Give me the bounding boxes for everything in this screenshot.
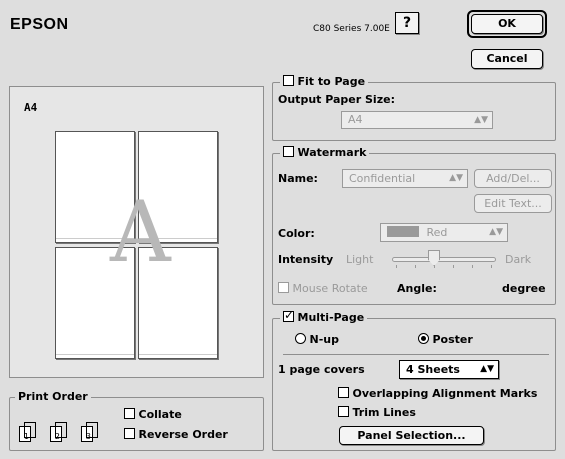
- reverse-order-label: Reverse Order: [138, 428, 228, 441]
- angle-label: Angle:: [397, 282, 437, 295]
- poster-radio[interactable]: [418, 333, 429, 344]
- output-paper-size-select[interactable]: A4 ▲▼: [341, 111, 493, 129]
- collate-checkbox-row[interactable]: Collate: [124, 408, 182, 421]
- color-label: Color:: [278, 227, 315, 240]
- mouse-rotate-row[interactable]: Mouse Rotate: [278, 282, 368, 295]
- intensity-dark-label: Dark: [505, 253, 532, 266]
- watermark-preview-letter: A: [110, 183, 171, 281]
- name-label: Name:: [278, 172, 318, 185]
- panel-selection-button[interactable]: Panel Selection...: [339, 426, 484, 445]
- stepper-arrows-icon: ▲▼: [449, 173, 463, 183]
- cancel-button[interactable]: Cancel: [471, 49, 543, 69]
- trim-lines-row[interactable]: Trim Lines: [338, 406, 416, 419]
- collate-checkbox[interactable]: [124, 408, 135, 419]
- page-covers-value: 4 Sheets: [406, 363, 460, 376]
- mouse-rotate-label: Mouse Rotate: [292, 282, 368, 295]
- page-stack-icon: [86, 422, 98, 438]
- overlap-marks-label: Overlapping Alignment Marks: [352, 387, 538, 400]
- reverse-order-checkbox-row[interactable]: Reverse Order: [124, 428, 228, 441]
- fit-to-page-checkbox[interactable]: [283, 75, 294, 86]
- print-order-group: [9, 397, 264, 451]
- output-paper-size-value: A4: [348, 113, 363, 126]
- n-up-label: N-up: [309, 333, 339, 346]
- intensity-light-label: Light: [346, 253, 374, 266]
- watermark-name-select[interactable]: Confidential ▲▼: [342, 169, 468, 188]
- poster-label: Poster: [432, 333, 473, 346]
- fit-to-page-row[interactable]: Fit to Page: [280, 75, 369, 88]
- multi-page-row[interactable]: Multi-Page: [280, 308, 368, 324]
- degree-label: degree: [502, 282, 546, 295]
- stepper-arrows-icon: ▲▼: [489, 227, 503, 237]
- help-button[interactable]: ?: [395, 12, 419, 34]
- watermark-row[interactable]: Watermark: [280, 146, 370, 159]
- edit-text-button[interactable]: Edit Text...: [474, 194, 552, 213]
- page-covers-select[interactable]: 4 Sheets ▲▼: [399, 360, 499, 379]
- collate-label: Collate: [138, 408, 182, 421]
- n-up-radio[interactable]: [295, 333, 306, 344]
- fit-to-page-label: Fit to Page: [297, 75, 366, 88]
- multi-page-label: Multi-Page: [297, 311, 365, 324]
- output-paper-size-label: Output Paper Size:: [278, 93, 395, 106]
- driver-version: C80 Series 7.00E: [313, 24, 390, 34]
- mouse-rotate-checkbox[interactable]: [278, 282, 289, 293]
- paper-size-label: A4: [24, 101, 38, 114]
- page-covers-label: 1 page covers: [278, 363, 365, 376]
- add-del-button[interactable]: Add/Del...: [474, 169, 552, 188]
- multi-page-checkbox[interactable]: [283, 308, 294, 322]
- intensity-label: Intensity: [278, 253, 334, 266]
- reverse-order-checkbox[interactable]: [124, 428, 135, 439]
- stepper-arrows-icon: ▲▼: [474, 115, 488, 125]
- watermark-name-value: Confidential: [349, 172, 416, 185]
- watermark-checkbox[interactable]: [283, 146, 294, 157]
- watermark-color-select[interactable]: Red ▲▼: [380, 223, 508, 242]
- watermark-color-value: Red: [426, 226, 448, 239]
- overlap-marks-row[interactable]: Overlapping Alignment Marks: [338, 387, 537, 400]
- ok-button[interactable]: OK: [471, 14, 543, 34]
- page-stack-icon: [55, 422, 67, 438]
- overlap-marks-checkbox[interactable]: [338, 387, 349, 398]
- page-stack-icon: [24, 422, 36, 438]
- epson-logo: EPSON: [10, 16, 69, 33]
- print-order-title: Print Order: [15, 390, 91, 403]
- stepper-arrows-icon: ▲▼: [480, 364, 494, 374]
- multi-page-divider: [283, 354, 549, 355]
- preview-panel: A4 A: [9, 86, 264, 378]
- poster-radio-row[interactable]: Poster: [418, 333, 473, 346]
- trim-lines-checkbox[interactable]: [338, 406, 349, 417]
- n-up-radio-row[interactable]: N-up: [295, 333, 339, 346]
- intensity-ticks: [396, 265, 492, 268]
- watermark-label: Watermark: [297, 146, 367, 159]
- intensity-slider[interactable]: [392, 257, 496, 262]
- trim-lines-label: Trim Lines: [352, 406, 416, 419]
- color-swatch: [387, 226, 419, 237]
